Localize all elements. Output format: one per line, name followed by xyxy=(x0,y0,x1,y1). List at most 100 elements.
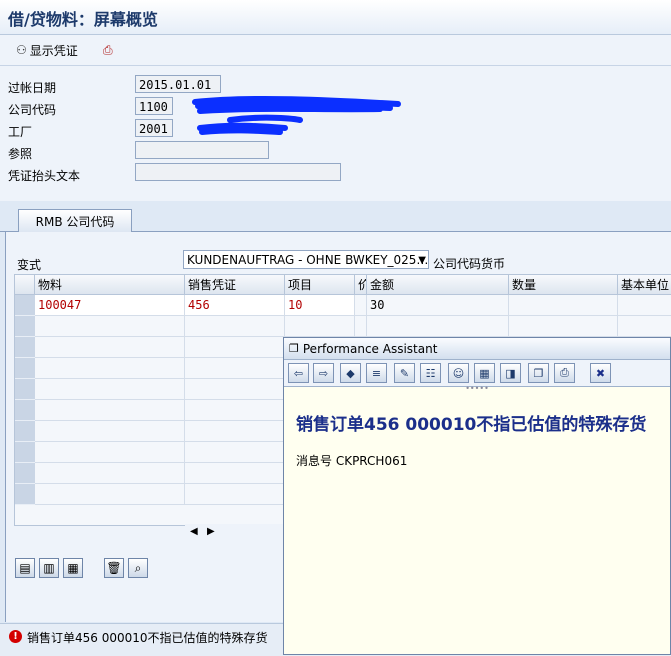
tech-info-button[interactable]: ≡ xyxy=(366,363,387,383)
reference-field[interactable] xyxy=(135,141,269,159)
row-selector[interactable] xyxy=(15,358,35,379)
column-header-amount[interactable]: 金额 xyxy=(367,275,509,295)
table-cell[interactable] xyxy=(35,316,185,337)
row-selector[interactable] xyxy=(15,316,35,337)
pa-toolbar: ⇦ ⇨ ◆ ≡ ✎ ☷ ☺ ▦ ◨ ❐ ⎙ ✖ xyxy=(284,360,670,387)
find-icon: ⌕ xyxy=(134,560,142,575)
status-message[interactable]: 销售订单456 000010不指已估值的特殊存货 xyxy=(27,629,268,646)
notes-button[interactable]: ☷ xyxy=(420,363,441,383)
table-cell[interactable] xyxy=(185,316,285,337)
table-cell[interactable] xyxy=(35,442,185,463)
link-icon: ❐ xyxy=(533,366,544,380)
table-cell[interactable] xyxy=(35,400,185,421)
table-cell[interactable] xyxy=(185,379,285,400)
performance-assistant-window: ❐ Performance Assistant ⇦ ⇨ ◆ ≡ ✎ ☷ ☺ ▦ … xyxy=(283,337,671,655)
table-cell[interactable] xyxy=(509,316,618,337)
table-cell[interactable] xyxy=(618,316,671,337)
row-selector[interactable] xyxy=(15,442,35,463)
bookmark-icon: ◨ xyxy=(505,366,516,380)
column-header-item[interactable]: 项目 xyxy=(285,275,355,295)
table-cell-qty[interactable] xyxy=(509,295,618,316)
dropdown-arrow-icon: ▼ xyxy=(418,255,426,266)
row-selector[interactable] xyxy=(15,484,35,505)
row-selector[interactable] xyxy=(15,379,35,400)
people-button[interactable]: ☺ xyxy=(448,363,469,383)
table-cell[interactable] xyxy=(185,484,285,505)
book-button[interactable]: ◆ xyxy=(340,363,361,383)
select-all-button[interactable]: ▤ xyxy=(15,558,35,578)
link-button[interactable]: ❐ xyxy=(528,363,549,383)
row-selector[interactable] xyxy=(15,337,35,358)
close-icon: ✖ xyxy=(595,366,606,380)
pa-message-number: 消息号 CKPRCH061 xyxy=(296,454,408,468)
close-button[interactable]: ✖ xyxy=(590,363,611,383)
doc-header-text-field[interactable] xyxy=(135,163,341,181)
table-cell[interactable] xyxy=(35,484,185,505)
resize-grip[interactable]: ••••• xyxy=(284,385,670,393)
table-cell[interactable] xyxy=(185,400,285,421)
table-cell[interactable] xyxy=(185,337,285,358)
table-cell[interactable] xyxy=(35,337,185,358)
select-all-header[interactable] xyxy=(15,275,35,295)
posting-date-field[interactable]: 2015.01.01 xyxy=(135,75,221,93)
table-cell-amount[interactable]: 30 xyxy=(367,295,509,316)
variant-dropdown[interactable]: KUNDENAUFTRAG - OHNE BWKEY_025… ▼ xyxy=(183,250,429,269)
row-selector[interactable] xyxy=(15,400,35,421)
table-cell[interactable] xyxy=(35,463,185,484)
column-header-unit[interactable]: 基本单位 xyxy=(618,275,671,295)
glasses-icon: ⚇ xyxy=(16,43,27,57)
currency-label: 公司代码货币 xyxy=(433,257,506,271)
tab-rmb-company-code[interactable]: RMB 公司代码 xyxy=(18,209,132,232)
column-header-sales-doc[interactable]: 销售凭证 xyxy=(185,275,285,295)
back-arrow-icon: ⇦ xyxy=(293,366,304,380)
table-cell[interactable] xyxy=(185,421,285,442)
row-selector[interactable] xyxy=(15,463,35,484)
edit-button[interactable]: ✎ xyxy=(394,363,415,383)
table-cell[interactable] xyxy=(185,463,285,484)
forward-button[interactable]: ⇨ xyxy=(313,363,334,383)
reference-label: 参照 xyxy=(8,147,33,161)
table-cell-price[interactable] xyxy=(355,295,367,316)
plant-field[interactable]: 2001 xyxy=(135,119,173,137)
pa-title: Performance Assistant xyxy=(302,341,438,356)
column-header-qty[interactable]: 数量 xyxy=(509,275,618,295)
delete-button[interactable]: 🗑 xyxy=(104,558,124,578)
find-button[interactable]: ⌕ xyxy=(128,558,148,578)
table-cell[interactable] xyxy=(355,316,367,337)
deselect-all-button[interactable]: ▥ xyxy=(39,558,59,578)
people-icon: ☺ xyxy=(452,366,465,380)
print-button-pa[interactable]: ⎙ xyxy=(554,363,575,383)
column-header-material[interactable]: 物料 xyxy=(35,275,185,295)
table-cell[interactable] xyxy=(35,379,185,400)
table-cell[interactable] xyxy=(35,421,185,442)
back-button[interactable]: ⇦ xyxy=(288,363,309,383)
printer-icon: ⎙ xyxy=(560,366,569,379)
scroll-left-icon[interactable]: ◀ xyxy=(190,526,198,537)
table-cell-sales-doc[interactable]: 456 xyxy=(185,295,285,316)
table-cell-unit[interactable] xyxy=(618,295,671,316)
error-icon[interactable]: ! xyxy=(9,630,22,643)
table-cell-material[interactable]: 100047 xyxy=(35,295,185,316)
column-header-price[interactable]: 价 xyxy=(355,275,367,295)
print-icon: ⎙ xyxy=(103,42,113,57)
pa-title-bar[interactable]: ❐ Performance Assistant xyxy=(284,338,670,360)
bookmark-button[interactable]: ◨ xyxy=(500,363,521,383)
show-document-button[interactable]: ⚇ 显示凭证 xyxy=(16,41,78,59)
scroll-right-icon[interactable]: ▶ xyxy=(207,526,215,537)
select-block-button[interactable]: ▦ xyxy=(63,558,83,578)
select-block-icon: ▦ xyxy=(67,561,79,575)
company-code-field[interactable]: 1100 xyxy=(135,97,173,115)
table-button[interactable]: ▦ xyxy=(474,363,495,383)
table-cell[interactable] xyxy=(285,316,355,337)
table-cell[interactable] xyxy=(35,358,185,379)
table-cell-item[interactable]: 10 xyxy=(285,295,355,316)
plant-label: 工厂 xyxy=(8,125,33,139)
row-selector[interactable] xyxy=(15,421,35,442)
tech-info-icon: ≡ xyxy=(371,366,382,380)
horizontal-scrollbar[interactable]: ◀ ▶ xyxy=(185,524,285,540)
print-button[interactable]: ⎙ xyxy=(103,41,113,59)
table-cell[interactable] xyxy=(367,316,509,337)
row-selector[interactable] xyxy=(15,295,35,316)
table-cell[interactable] xyxy=(185,358,285,379)
table-cell[interactable] xyxy=(185,442,285,463)
